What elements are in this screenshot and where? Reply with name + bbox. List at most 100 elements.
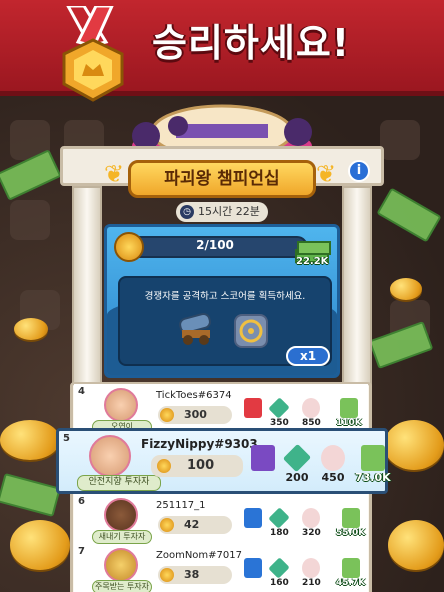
pillar-right [342, 186, 372, 396]
card-item [244, 508, 262, 528]
avatar [89, 435, 131, 477]
pig-value: 450 [321, 471, 345, 484]
coin-pile [0, 420, 60, 460]
player-name: 251117_1 [156, 500, 206, 511]
cash-icon [339, 398, 358, 418]
multiplier-button[interactable]: x1 [286, 346, 330, 366]
money-item: 110K [336, 398, 362, 428]
score: 100 [151, 455, 243, 477]
info-button[interactable]: i [348, 160, 370, 182]
coin-pile [388, 520, 444, 570]
title-badge: 새내기 투자자 [92, 530, 152, 544]
pig-value: 210 [302, 578, 321, 588]
reward-value: 22.2K [296, 256, 329, 267]
money-value: 45.7K [336, 578, 366, 588]
money-item: 45.7K [336, 558, 365, 588]
piggy-icon [302, 398, 321, 418]
clock-icon: ◷ [180, 205, 194, 219]
gem-icon [268, 557, 291, 579]
money-value: 55.0K [336, 528, 366, 538]
page-title: 승리하세요! [152, 21, 351, 65]
gem-item: 200 [282, 443, 312, 484]
score: 300 [158, 406, 232, 424]
gem-icon [268, 507, 291, 529]
leaderboard-row[interactable]: 6 새내기 투자자 251117_1 42 180 320 55.0K [74, 494, 368, 550]
task-text: 경쟁자를 공격하고 스코어를 획득하세요. [144, 291, 306, 302]
card-item [251, 445, 275, 471]
avatar [104, 548, 138, 582]
score: 38 [158, 566, 232, 584]
card-item [244, 398, 262, 418]
piggy-icon [321, 445, 345, 471]
money-value: 73.0K [355, 471, 391, 484]
score-value: 42 [184, 518, 200, 531]
gem-value: 350 [270, 418, 289, 428]
gem-icon [282, 443, 312, 473]
money-item: 55.0K [336, 508, 365, 538]
event-title: 파괴왕 챔피언십 [128, 160, 316, 198]
cash-icon [360, 445, 385, 471]
medal-icon [160, 568, 174, 582]
rank: 4 [78, 386, 85, 397]
gem-icon [268, 397, 291, 419]
coin [390, 278, 422, 300]
score: 42 [158, 516, 232, 534]
score-value: 300 [184, 408, 207, 421]
medal-icon [160, 518, 174, 532]
avatar [104, 498, 138, 532]
board-tile [10, 200, 50, 240]
piggy-icon [302, 558, 321, 578]
piggy-icon [302, 508, 321, 528]
coin-pile [384, 420, 444, 470]
card-pack-icon [244, 508, 262, 528]
player-name: FizzyNippy#9303 [141, 437, 258, 451]
avatar [104, 388, 138, 422]
card-item [244, 558, 262, 578]
laurel-right-icon: ❦ [316, 160, 337, 188]
target-icon [234, 314, 268, 348]
progress-text: 2/100 [196, 238, 234, 252]
laurel-left-icon: ❦ [104, 160, 125, 188]
medal-icon [157, 459, 171, 473]
pillar-left [72, 186, 102, 396]
board-tile [380, 120, 420, 160]
coin-pile [10, 520, 70, 570]
player-name: TickToes#6374 [156, 390, 232, 401]
score-value: 100 [187, 458, 215, 473]
pig-item: 450 [321, 445, 345, 484]
gem-value: 200 [285, 471, 309, 484]
pig-item: 320 [302, 508, 321, 538]
medal-icon [62, 6, 124, 102]
rank: 7 [78, 546, 85, 557]
rank: 6 [78, 496, 85, 507]
gem-item: 350 [268, 397, 291, 428]
money-item: 73.0K [355, 445, 391, 484]
gem-value: 180 [270, 528, 289, 538]
player-name: ZoomNom#7017 [156, 550, 242, 561]
gem-item: 180 [268, 507, 291, 538]
medal-icon [160, 408, 174, 422]
leaderboard-row[interactable]: 7 주목받는 투자자 ZoomNom#7017 38 160 210 45.7K [74, 544, 368, 592]
event-timer: ◷ 15시간 22분 [176, 202, 268, 222]
card-pack-icon [244, 398, 262, 418]
medal-icon [114, 232, 144, 262]
gem-item: 160 [268, 557, 291, 588]
card-pack-icon [244, 558, 262, 578]
pig-value: 320 [302, 528, 321, 538]
cash-icon [341, 508, 360, 528]
pig-item: 850 [302, 398, 321, 428]
card-pack-icon [251, 445, 275, 471]
gem-value: 160 [270, 578, 289, 588]
timer-text: 15시간 22분 [198, 205, 260, 218]
pig-value: 850 [302, 418, 321, 428]
cash-icon [341, 558, 360, 578]
pig-item: 210 [302, 558, 321, 588]
score-value: 38 [184, 568, 200, 581]
title-badge: 주목받는 투자자 [92, 580, 152, 592]
cannon-icon [179, 312, 211, 345]
title-badge: 안전지향 투자자 [77, 475, 161, 491]
leaderboard-row-self[interactable]: 5 안전지향 투자자 FizzyNippy#9303 100 200 450 7… [56, 428, 391, 494]
coin [14, 318, 48, 340]
rank: 5 [63, 433, 70, 444]
money-value: 110K [336, 418, 362, 428]
